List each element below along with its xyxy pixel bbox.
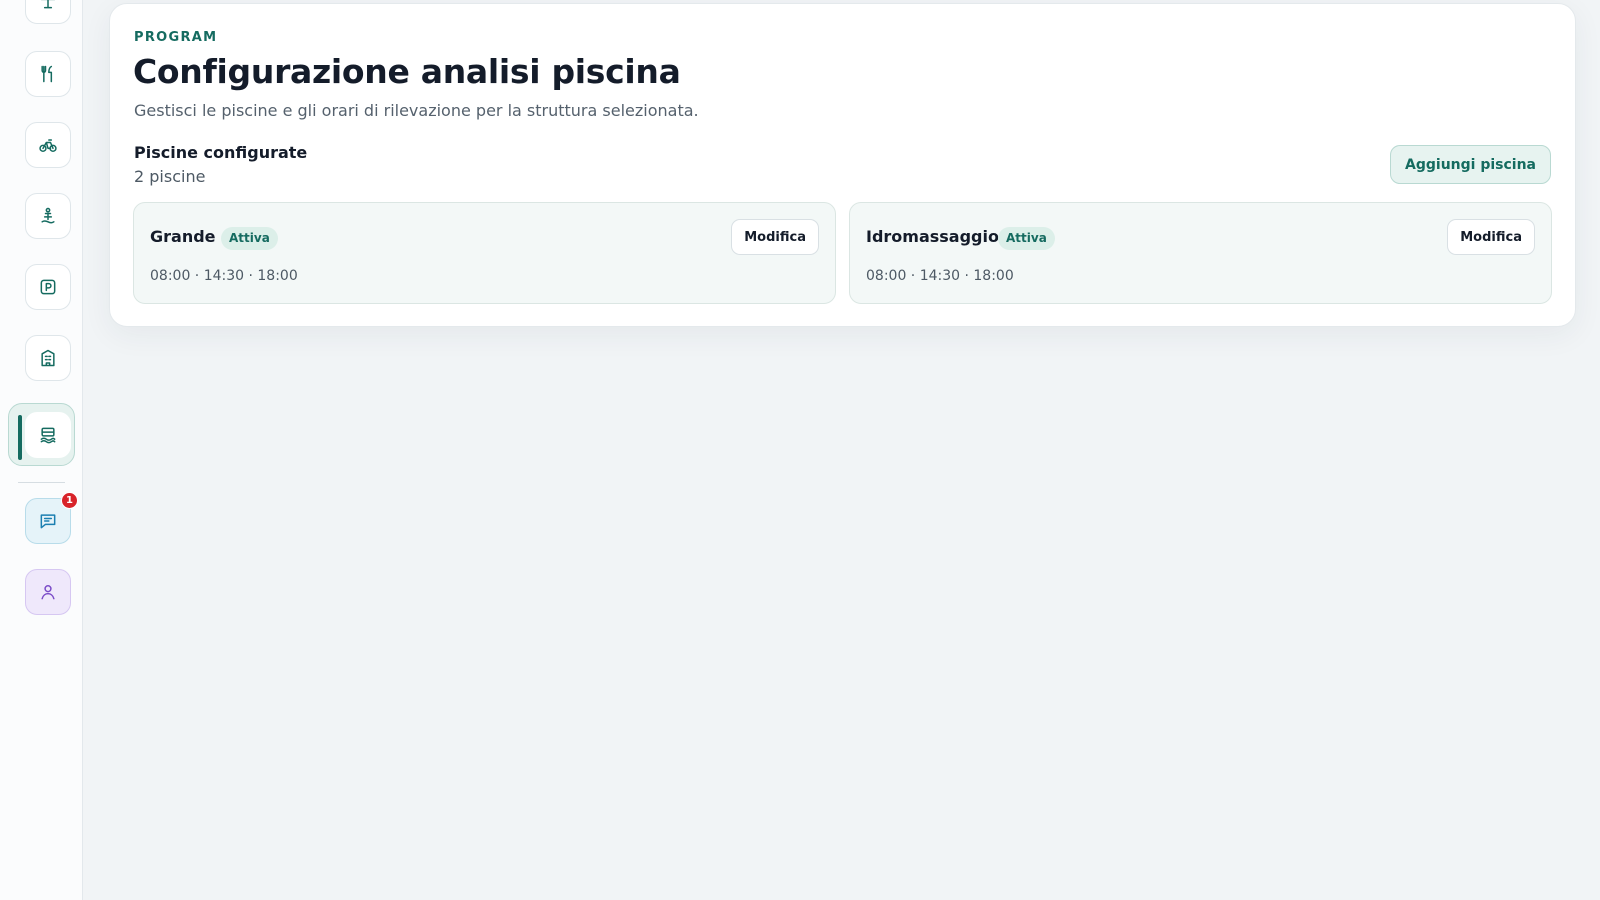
sidebar-item-building[interactable] (25, 335, 71, 381)
edit-pool-button[interactable]: Modifica (731, 219, 819, 255)
restaurant-icon (41, 65, 53, 83)
pool-times: 08:00 · 14:30 · 18:00 (150, 268, 298, 284)
sidebar-divider (18, 482, 65, 483)
eyebrow-label: PROGRAM (134, 30, 218, 45)
sidebar-item-beach[interactable] (25, 0, 71, 24)
add-pool-button[interactable]: Aggiungi piscina (1390, 145, 1551, 184)
bicycle-icon (39, 139, 57, 152)
active-indicator (18, 415, 22, 460)
user-icon (41, 585, 55, 600)
pool-name: Idromassaggio (866, 227, 999, 246)
page-subtitle: Gestisci le piscine e gli orari di rilev… (134, 101, 699, 120)
pool-count: 2 piscine (134, 167, 206, 186)
pool-name: Grande (150, 227, 216, 246)
beach-umbrella-icon (40, 0, 56, 9)
pool-config-card: PROGRAM Configurazione analisi piscina G… (109, 3, 1576, 327)
sidebar-item-restaurant[interactable] (25, 51, 71, 97)
sidebar-item-chat[interactable]: 1 (25, 492, 78, 544)
pool-icon (40, 427, 56, 444)
status-badge: Attiva (998, 227, 1055, 250)
sidebar: 1 (0, 0, 83, 900)
chat-icon (40, 514, 56, 529)
building-icon (41, 349, 55, 367)
section-title: Piscine configurate (134, 143, 308, 162)
pool-card: Grande Attiva Modifica 08:00 · 14:30 · 1… (133, 202, 836, 304)
sidebar-item-parking[interactable] (25, 264, 71, 310)
sidebar-item-pool-active (8, 403, 75, 466)
parking-icon (40, 279, 56, 295)
page-title: Configurazione analisi piscina (133, 52, 681, 91)
status-badge: Attiva (221, 227, 278, 250)
lifeguard-icon (41, 207, 55, 224)
notification-badge: 1 (61, 492, 78, 509)
pool-card: Idromassaggio Attiva Modifica 08:00 · 14… (849, 202, 1552, 304)
sidebar-item-pool[interactable] (25, 412, 71, 458)
sidebar-item-bike[interactable] (25, 122, 71, 168)
pool-times: 08:00 · 14:30 · 18:00 (866, 268, 1014, 284)
sidebar-item-lifeguard[interactable] (25, 193, 71, 239)
edit-pool-button[interactable]: Modifica (1447, 219, 1535, 255)
sidebar-item-user[interactable] (25, 569, 71, 615)
